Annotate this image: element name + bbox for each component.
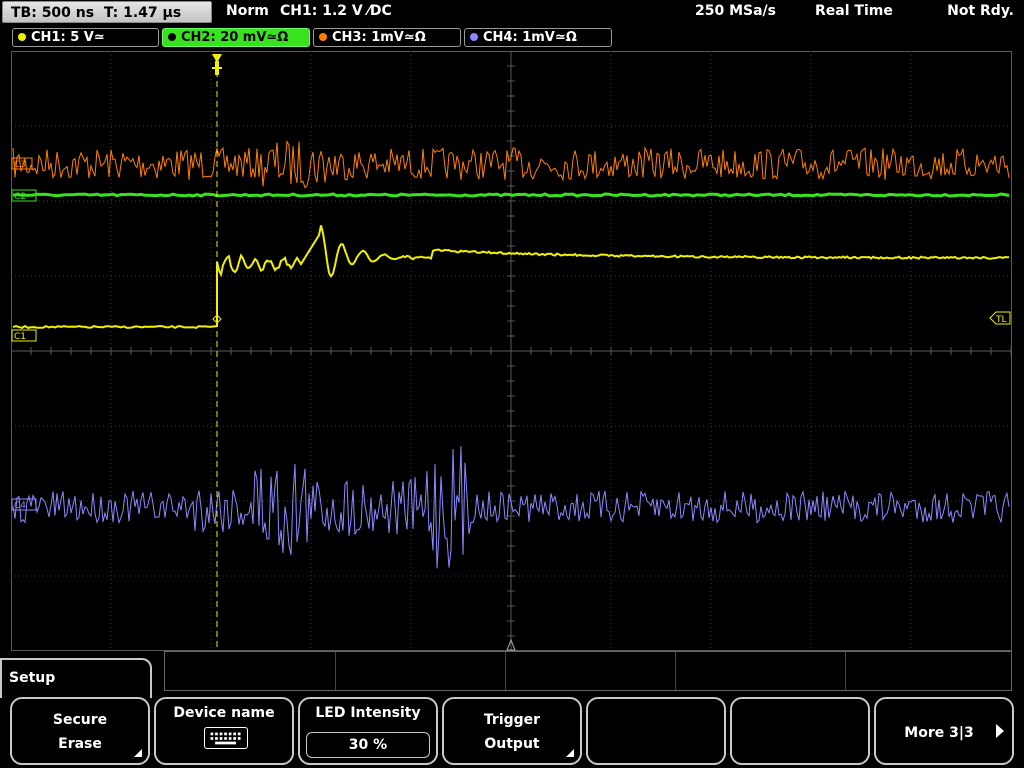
marker-ch4-label: C4 (14, 501, 26, 511)
empty-softkey-5[interactable] (586, 697, 726, 765)
ch3-color-dot (319, 33, 327, 41)
empty-softkey-6[interactable] (730, 697, 870, 765)
ch2-color-dot (168, 33, 176, 41)
timebase-box[interactable]: TB: 500 ns T: 1.47 µs (2, 1, 212, 23)
channel-tab-ch2[interactable]: CH2: 20 mV≃Ω (162, 28, 310, 47)
channel-tab-ch3[interactable]: CH3: 1mV≃Ω (313, 28, 461, 47)
acquisition-state: Not Rdy. (947, 3, 1014, 19)
trigger-source-info[interactable]: CH1: 1.2 V ⁄DC (280, 3, 392, 19)
marker-ch3-label: C3 (14, 160, 26, 170)
status-bar: TB: 500 ns T: 1.47 µs Norm CH1: 1.2 V ⁄D… (0, 0, 1024, 26)
secure-erase-button[interactable]: Secure Erase (10, 697, 150, 765)
ch1-color-dot (18, 33, 26, 41)
channel-tab-ch4[interactable]: CH4: 1mV≃Ω (464, 28, 612, 47)
trigger-level-label: TL (995, 315, 1007, 325)
graticule: C3 C2 C1 C4 TL (10, 50, 1012, 652)
softkey-line1: More 3|3 (904, 725, 974, 741)
channel-tab-label: CH4: 1mV≃Ω (483, 30, 577, 45)
softkey-line2: Output (484, 736, 540, 752)
waveform-display[interactable]: C3 C2 C1 C4 TL (10, 50, 1012, 652)
softkey-line2: Erase (58, 736, 102, 752)
info-strip (164, 651, 1012, 691)
trace-ch2 (12, 192, 1010, 198)
arrow-right-icon (996, 724, 1004, 738)
sample-rate: 250 MSa/s (695, 3, 777, 19)
device-name-button[interactable]: Device name (154, 697, 294, 765)
keyboard-icon (204, 727, 248, 749)
trigger-mode[interactable]: Norm (226, 3, 269, 19)
menu-title: Setup (9, 670, 56, 686)
timebase-value: TB: 500 ns (11, 5, 95, 21)
menu-title-tab: Setup (0, 658, 152, 698)
channel-tab-ch1[interactable]: CH1: 5 V≃ (12, 28, 159, 47)
softkey-line1: Secure (52, 712, 108, 728)
more-menu-button[interactable]: More 3|3 (874, 697, 1014, 765)
marker-ch2-label: C2 (14, 192, 26, 202)
led-intensity-button[interactable]: LED Intensity 30 % (298, 697, 438, 765)
channel-tab-label: CH1: 5 V≃ (31, 30, 105, 45)
softkey-line1: Trigger (483, 712, 541, 728)
acquisition-mode[interactable]: Real Time (815, 3, 893, 19)
channel-tab-label: CH2: 20 mV≃Ω (181, 30, 289, 45)
submenu-corner-icon (134, 749, 142, 757)
led-intensity-value[interactable]: 30 % (306, 732, 430, 758)
marker-ch1-label: C1 (14, 332, 26, 342)
channel-tab-label: CH3: 1mV≃Ω (332, 30, 426, 45)
ch4-color-dot (470, 33, 478, 41)
trigger-output-button[interactable]: Trigger Output (442, 697, 582, 765)
softkey-line1: LED Intensity (315, 705, 421, 721)
trigger-time-value: T: 1.47 µs (103, 5, 182, 21)
softkey-line1: Device name (173, 705, 275, 721)
submenu-corner-icon (566, 749, 574, 757)
